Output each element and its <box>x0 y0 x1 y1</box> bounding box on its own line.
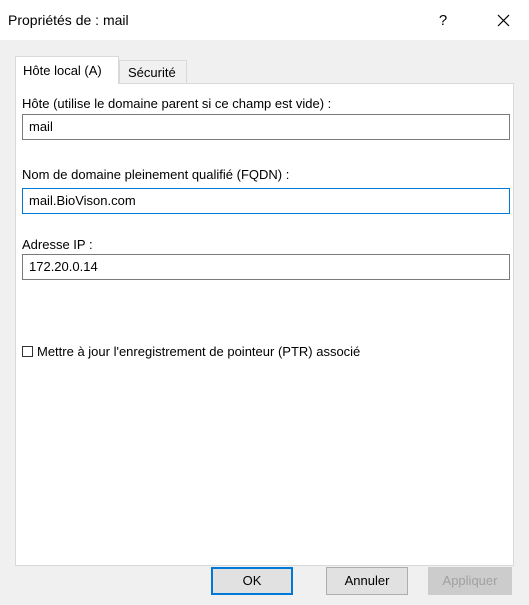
tab-securite[interactable]: Sécurité <box>119 60 187 84</box>
ip-input[interactable]: 172.20.0.14 <box>22 254 510 280</box>
ptr-checkbox[interactable] <box>22 346 33 358</box>
tab-hote-local[interactable]: Hôte local (A) <box>15 56 119 84</box>
ptr-checkbox-label[interactable]: Mettre à jour l'enregistrement de pointe… <box>37 344 360 359</box>
host-input[interactable]: mail <box>22 114 510 140</box>
help-button[interactable]: ? <box>426 6 460 36</box>
window-title: Propriétés de : mail <box>8 12 129 28</box>
ok-button[interactable]: OK <box>211 567 293 595</box>
help-icon: ? <box>438 12 448 29</box>
close-icon <box>497 14 509 27</box>
apply-button[interactable]: Appliquer <box>428 567 512 595</box>
fqdn-input[interactable]: mail.BioVison.com <box>22 188 510 214</box>
fqdn-label: Nom de domaine pleinement qualifié (FQDN… <box>22 167 290 182</box>
cancel-button[interactable]: Annuler <box>326 567 408 595</box>
close-button[interactable] <box>486 6 520 36</box>
ptr-checkbox-row[interactable]: Mettre à jour l'enregistrement de pointe… <box>22 343 360 359</box>
tab-label: Hôte local (A) <box>23 63 102 78</box>
title-bar[interactable]: Propriétés de : mail ? <box>0 0 529 40</box>
ip-label: Adresse IP : <box>22 237 93 252</box>
tab-panel <box>15 83 514 566</box>
host-label: Hôte (utilise le domaine parent si ce ch… <box>22 96 332 111</box>
dialog-body: Sécurité Hôte local (A) Hôte (utilise le… <box>0 40 529 605</box>
tab-label: Sécurité <box>128 65 176 80</box>
